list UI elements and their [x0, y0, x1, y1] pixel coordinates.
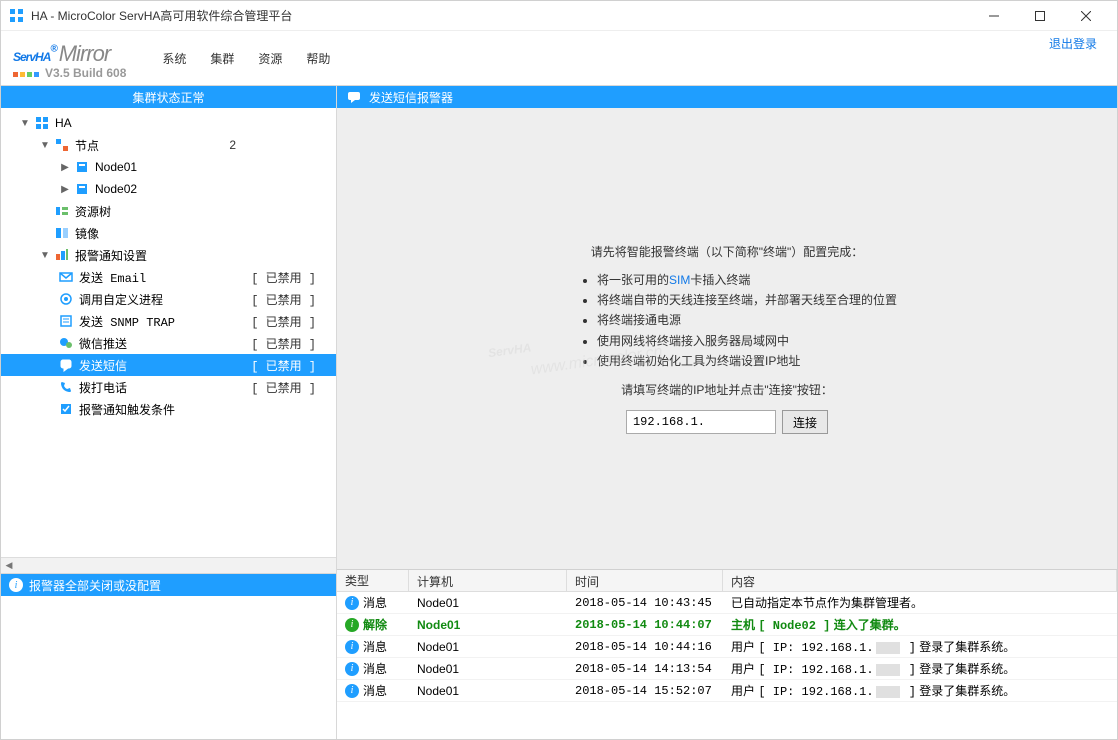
app-icon: [9, 8, 25, 24]
tree[interactable]: ▼ HA ▼ 节点 2 ▶ Node01 ▶ Node02: [1, 108, 336, 557]
snmp-icon: [57, 314, 75, 328]
log-col-computer[interactable]: 计算机: [409, 570, 567, 591]
instruction-item: 使用网线将终端接入服务器局域网中: [597, 331, 897, 351]
left-pane: 集群状态正常 ▼ HA ▼ 节点 2 ▶ Node01 ▶ Node02: [1, 86, 337, 739]
tree-call-proc[interactable]: 调用自定义进程 [ 已禁用 ]: [1, 288, 336, 310]
left-status-pane: i 报警器全部关闭或没配置: [1, 573, 336, 739]
log-col-type[interactable]: 类型: [337, 570, 409, 591]
tree-ha-root[interactable]: ▼ HA: [1, 112, 336, 134]
tree-node01[interactable]: ▶ Node01: [1, 156, 336, 178]
info-icon: i: [345, 640, 359, 654]
phone-icon: [57, 380, 75, 394]
info-icon: i: [345, 618, 359, 632]
connect-button[interactable]: 连接: [782, 410, 828, 434]
instruction-item: 使用终端初始化工具为终端设置IP地址: [597, 351, 897, 371]
info-icon: i: [345, 596, 359, 610]
header: ServHA®Mirror V3.5 Build 608 系统 集群 资源 帮助…: [1, 31, 1117, 85]
log-row[interactable]: i消息Node012018-05-14 10:44:16用户 [ IP: 192…: [337, 636, 1117, 658]
trigger-icon: [57, 402, 75, 416]
logo-suffix: Mirror: [59, 41, 110, 66]
instruction-item: 将终端自带的天线连接至终端，并部署天线至合理的位置: [597, 290, 897, 310]
tree-mirror[interactable]: 镜像: [1, 222, 336, 244]
maximize-button[interactable]: [1017, 1, 1063, 31]
info-icon: i: [9, 578, 23, 592]
tree-wechat[interactable]: 微信推送 [ 已禁用 ]: [1, 332, 336, 354]
log-row[interactable]: i消息Node012018-05-14 10:43:45已自动指定本节点作为集群…: [337, 592, 1117, 614]
email-icon: [57, 270, 75, 284]
menubar: 系统 集群 资源 帮助: [152, 46, 340, 71]
log-row[interactable]: i消息Node012018-05-14 14:13:54用户 [ IP: 192…: [337, 658, 1117, 680]
log-col-time[interactable]: 时间: [567, 570, 723, 591]
tree-alarm-settings[interactable]: ▼ 报警通知设置: [1, 244, 336, 266]
instruction-item: 将终端接通电源: [597, 310, 897, 330]
alarm-settings-icon: [53, 248, 71, 262]
log-body[interactable]: i消息Node012018-05-14 10:43:45已自动指定本节点作为集群…: [337, 592, 1117, 739]
tree-node02[interactable]: ▶ Node02: [1, 178, 336, 200]
process-icon: [57, 292, 75, 306]
logo-name: ServHA: [13, 50, 50, 64]
right-header: 发送短信报警器: [337, 86, 1117, 108]
close-button[interactable]: [1063, 1, 1109, 31]
tree-nodes[interactable]: ▼ 节点 2: [1, 134, 336, 156]
info-icon: i: [345, 684, 359, 698]
tree-trigger-conditions[interactable]: 报警通知触发条件: [1, 398, 336, 420]
cluster-icon: [33, 116, 51, 130]
tree-send-snmp[interactable]: 发送 SNMP TRAP [ 已禁用 ]: [1, 310, 336, 332]
instruction-panel: 请先将智能报警终端（以下简称"终端"）配置完成： 将一张可用的SIM卡插入终端 …: [557, 243, 897, 435]
instruction-intro: 请先将智能报警终端（以下简称"终端"）配置完成：: [557, 243, 897, 260]
menu-resource[interactable]: 资源: [248, 46, 292, 71]
left-status-text: 报警器全部关闭或没配置: [29, 577, 161, 594]
ip-input[interactable]: [626, 410, 776, 434]
logo: ServHA®Mirror V3.5 Build 608: [13, 37, 126, 80]
menu-system[interactable]: 系统: [152, 46, 196, 71]
info-icon: i: [345, 662, 359, 676]
tree-scrollbar[interactable]: ◀: [1, 557, 336, 573]
window-titlebar: HA - MicroColor ServHA高可用软件综合管理平台: [1, 1, 1117, 31]
log-pane: 类型 计算机 时间 内容 i消息Node012018-05-14 10:43:4…: [337, 569, 1117, 739]
logo-version: V3.5 Build 608: [45, 66, 126, 80]
tree-resource-tree[interactable]: 资源树: [1, 200, 336, 222]
log-row[interactable]: i解除Node012018-05-14 10:44:07主机 [ Node02 …: [337, 614, 1117, 636]
sms-header-icon: [347, 90, 361, 104]
node-icon: [73, 182, 91, 196]
mirror-icon: [53, 226, 71, 240]
nodes-icon: [53, 138, 71, 152]
node-icon: [73, 160, 91, 174]
log-row[interactable]: i消息Node012018-05-14 15:52:07用户 [ IP: 192…: [337, 680, 1117, 702]
content-body: ServHA www.microcolor.cn 请先将智能报警终端（以下简称"…: [337, 108, 1117, 569]
cluster-status-header: 集群状态正常: [1, 86, 336, 108]
resource-tree-icon: [53, 204, 71, 218]
wechat-icon: [57, 336, 75, 350]
menu-cluster[interactable]: 集群: [200, 46, 244, 71]
tree-send-sms[interactable]: 发送短信 [ 已禁用 ]: [1, 354, 336, 376]
window-title: HA - MicroColor ServHA高可用软件综合管理平台: [31, 7, 971, 24]
menu-help[interactable]: 帮助: [296, 46, 340, 71]
right-pane: 发送短信报警器 ServHA www.microcolor.cn 请先将智能报警…: [337, 86, 1117, 739]
instruction-item: 将一张可用的SIM卡插入终端: [597, 270, 897, 290]
logout-link[interactable]: 退出登录: [1049, 35, 1097, 52]
minimize-button[interactable]: [971, 1, 1017, 31]
nodes-count: 2: [229, 138, 236, 152]
tree-dial[interactable]: 拨打电话 [ 已禁用 ]: [1, 376, 336, 398]
sms-icon: [57, 358, 75, 372]
tree-send-email[interactable]: 发送 Email [ 已禁用 ]: [1, 266, 336, 288]
log-header: 类型 计算机 时间 内容: [337, 570, 1117, 592]
instruction-prompt: 请填写终端的IP地址并点击"连接"按钮：: [557, 381, 897, 398]
log-col-content[interactable]: 内容: [723, 570, 1117, 591]
